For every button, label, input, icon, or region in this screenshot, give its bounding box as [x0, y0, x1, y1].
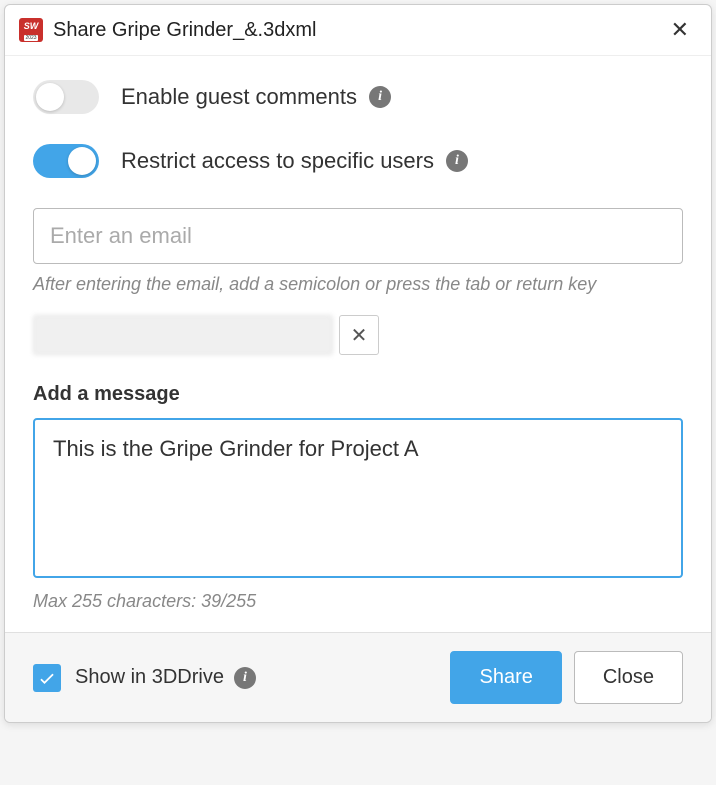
recipient-chip[interactable]	[33, 315, 333, 355]
share-button[interactable]: Share	[450, 651, 561, 704]
dialog-footer: Show in 3DDrive i Share Close	[5, 632, 711, 722]
email-input[interactable]	[33, 208, 683, 264]
dialog-content: Enable guest comments i Restrict access …	[5, 56, 711, 632]
info-icon[interactable]: i	[446, 150, 468, 172]
close-icon[interactable]: ✕	[663, 15, 697, 45]
share-dialog: Share Gripe Grinder_&.3dxml ✕ Enable gue…	[4, 4, 712, 723]
guest-comments-toggle[interactable]	[33, 80, 99, 114]
guest-comments-label: Enable guest comments	[121, 84, 357, 110]
email-hint: After entering the email, add a semicolo…	[33, 274, 683, 295]
check-icon	[37, 668, 57, 688]
show-in-drive-checkbox[interactable]	[33, 664, 61, 692]
titlebar: Share Gripe Grinder_&.3dxml ✕	[5, 5, 711, 56]
message-textarea[interactable]	[33, 418, 683, 578]
info-icon[interactable]: i	[234, 667, 256, 689]
restrict-access-row: Restrict access to specific users i	[33, 144, 683, 178]
character-counter: Max 255 characters: 39/255	[33, 591, 683, 612]
show-in-drive-label: Show in 3DDrive	[75, 666, 224, 689]
recipient-chip-row: ✕	[33, 315, 683, 355]
remove-recipient-button[interactable]: ✕	[339, 315, 379, 355]
restrict-access-toggle[interactable]	[33, 144, 99, 178]
toggle-knob	[68, 147, 96, 175]
app-icon	[19, 18, 43, 42]
guest-comments-row: Enable guest comments i	[33, 80, 683, 114]
restrict-access-label: Restrict access to specific users	[121, 148, 434, 174]
message-label: Add a message	[33, 383, 683, 406]
close-button[interactable]: Close	[574, 651, 683, 704]
info-icon[interactable]: i	[369, 86, 391, 108]
dialog-title: Share Gripe Grinder_&.3dxml	[53, 19, 663, 42]
toggle-knob	[36, 83, 64, 111]
